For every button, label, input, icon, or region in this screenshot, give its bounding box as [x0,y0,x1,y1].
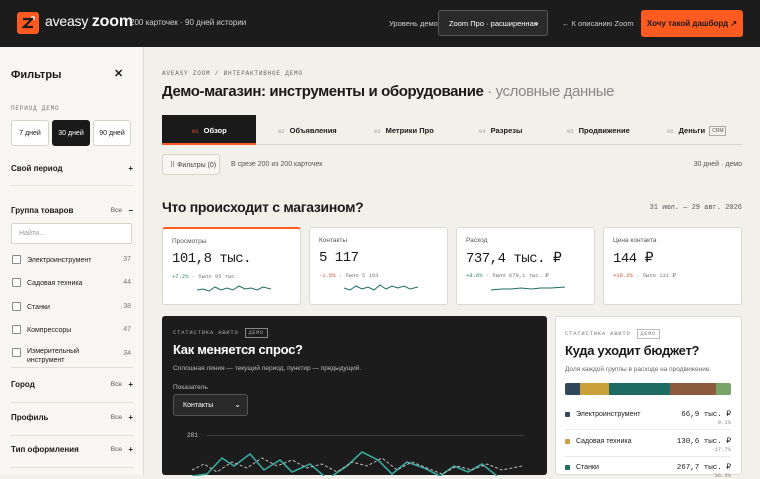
design-type-section[interactable]: Тип оформления Все + [11,445,133,454]
checkbox[interactable] [12,348,21,357]
minus-icon: − [128,206,133,215]
tab-listings[interactable]: 02 Объявления [278,115,337,145]
tab-promotion[interactable]: 05 Продвижение [567,115,630,145]
kpi-delta: +7.2% · было 95 тыс. [172,273,239,280]
plus-icon: + [128,164,133,173]
checkbox[interactable] [12,325,21,334]
budget-segment [716,383,731,395]
slice-info: В срезе 200 из 200 карточек [231,161,323,168]
divider [11,435,133,436]
kpi-delta: +8.6% · было 679,1 тыс. ₽ [466,272,549,279]
kpi-card-contacts: Контакты 5 117 -1.5% · было 5 193 [309,227,448,305]
budget-segment [609,383,670,395]
profile-section[interactable]: Профиль Все + [11,413,133,422]
budget-segment [565,383,581,395]
legend-swatch [565,412,570,417]
legend-swatch [565,465,570,470]
plus-icon: + [128,445,133,454]
plus-icon: + [128,413,133,422]
legend-swatch [565,439,570,444]
budget-card: СТАТИСТИКА АВИТО ДЕМО Куда уходит бюджет?… [555,316,742,479]
period-7[interactable]: 7 дней [11,120,49,146]
kpi-value: 5 117 [319,250,359,266]
divider [11,402,133,403]
tab-overview[interactable]: 01 Обзор [162,115,256,145]
level-label: Уровень демо [389,19,438,28]
level-select[interactable]: Zoom Про · расширенная ⌄ [438,10,548,36]
tab-money[interactable]: 06 Деньги CRM [667,115,727,145]
kpi-value: 737,4 тыс. ₽ [466,251,562,267]
checkbox[interactable] [12,255,21,264]
header-meta: 200 карточек · 90 дней истории [130,18,247,27]
custom-period-toggle[interactable]: Свой период + [11,164,133,173]
section-title: Что происходит с магазином? [162,199,364,215]
crm-badge: CRM [709,126,727,136]
card-tag: СТАТИСТИКА АВИТО ДЕМО [173,328,268,338]
tabs: 01 Обзор 02 Объявления 03 Метрики Про 04 Раз… [162,115,742,145]
plus-icon: + [128,380,133,389]
checkbox[interactable] [12,302,21,311]
group-section[interactable]: Группа товаров Все − [11,206,133,215]
kpi-value: 101,8 тыс. [172,251,252,267]
filters-button[interactable]: ⠿ Фильтры (0) [162,154,220,175]
chevron-down-icon: ⌄ [533,18,540,27]
top-bar: aveasy zoom 200 карточек · 90 дней истор… [0,0,760,47]
metric-select[interactable]: Контакты ⌄ [173,394,248,416]
divider [11,367,133,368]
tab-metrics-pro[interactable]: 03 Метрики Про [374,115,434,145]
kpi-card-spend: Расход 737,4 тыс. ₽ +8.6% · было 679,1 т… [456,227,595,305]
sidebar-title: Фильтры [11,69,62,81]
budget-title: Куда уходит бюджет? [565,343,700,358]
tab-slices[interactable]: 04 Разрезы [479,115,522,145]
kpi-sparkline [197,285,271,292]
demand-card: СТАТИСТИКА АВИТО ДЕМО Как меняется спрос?… [162,316,547,476]
divider [565,456,731,457]
period-label: ПЕРИОД ДЕМО [11,105,60,112]
budget-segment [580,383,610,395]
logo-icon [17,12,39,34]
kpi-delta: -1.5% · было 5 193 [319,272,379,279]
back-link[interactable]: ← К описанию Zoom [562,19,634,28]
city-section[interactable]: Город Все + [11,380,133,389]
breadcrumb: AVEASY ZOOM / ИНТЕРАКТИВНОЕ ДЕМО [162,70,303,77]
metric-select-label: Показатель [173,384,208,391]
kpi-value: 144 ₽ [613,251,654,267]
period-30[interactable]: 30 дней [52,120,90,146]
card-tag: СТАТИСТИКА АВИТО ДЕМО [565,329,660,339]
chevron-down-icon: ⌄ [234,400,241,409]
divider [11,467,133,468]
demand-subtitle: Сплошная линия — текущий период, пунктир… [173,365,362,372]
kpi-sparkline [491,286,565,291]
cta-button[interactable]: Хочу такой дашборд ↗ [641,10,743,37]
kpi-sparkline [344,284,418,291]
divider [565,429,731,430]
filters-sidebar: Фильтры ✕ ПЕРИОД ДЕМО 7 дней 30 дней 90 … [0,47,144,475]
date-range: 31 июл. — 29 авг. 2026 [649,204,742,212]
kpi-card-cost-per-contact: Цена контакта 144 ₽ +10.2% · было 131 ₽ [603,227,742,305]
period-90[interactable]: 90 дней [93,120,131,146]
group-search-input[interactable]: Найти... [11,223,132,244]
range-info: 30 дней · демо [693,161,742,168]
close-icon[interactable]: ✕ [114,67,123,80]
budget-segment [669,383,717,395]
kpi-delta: +10.2% · было 131 ₽ [613,272,676,279]
logo-text: aveasy zoom [45,13,133,30]
budget-stacked-bar [565,383,731,395]
demand-chart [192,451,523,476]
kpi-card-views: Просмотры 101,8 тыс. +7.2% · было 95 тыс… [162,227,301,305]
main-content: AVEASY ZOOM / ИНТЕРАКТИВНОЕ ДЕМО Демо-ма… [144,47,760,479]
page-title: Демо-магазин: инструменты и оборудование… [162,83,615,100]
divider [11,185,133,186]
budget-subtitle: Доля каждой группы в расходе на продвиже… [565,366,712,373]
demand-title: Как меняется спрос? [173,342,303,357]
checkbox[interactable] [12,278,21,287]
